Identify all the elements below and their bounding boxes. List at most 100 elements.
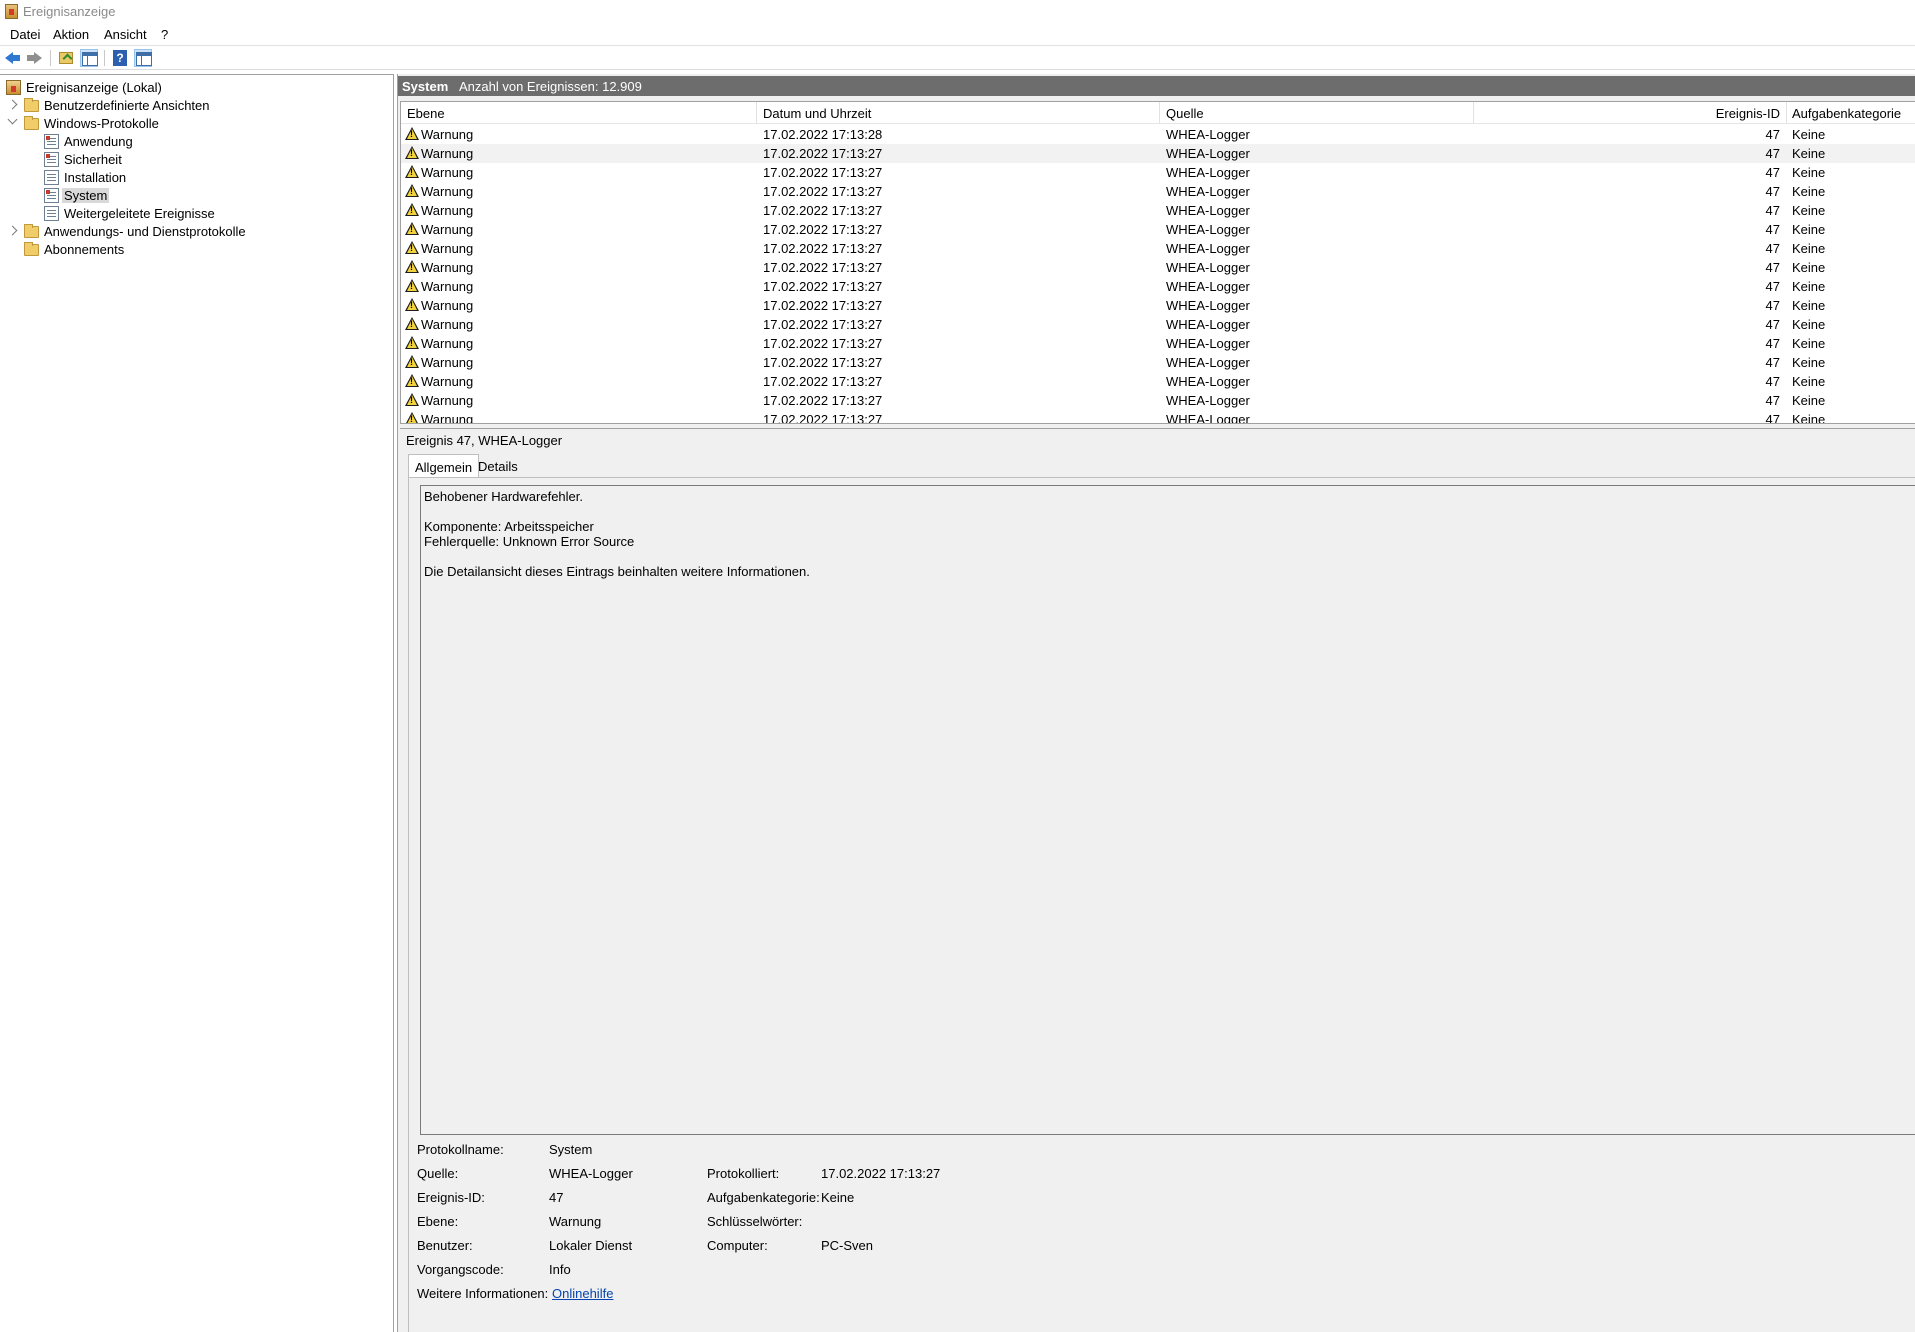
- online-help-link[interactable]: Onlinehilfe: [552, 1286, 613, 1301]
- cell-event-id: 47: [1765, 222, 1780, 237]
- cell-task-category: Keine: [1792, 146, 1826, 161]
- tree-node-label: Windows-Protokolle: [44, 116, 159, 131]
- cell-source: WHEA-Logger: [1166, 298, 1250, 313]
- chevron-right-icon[interactable]: [7, 99, 18, 110]
- cell-level: Warnung: [421, 203, 474, 218]
- event-viewer-icon: [6, 80, 21, 95]
- table-row[interactable]: Warnung 17.02.2022 17:13:27 WHEA-Logger 47 K…: [401, 201, 1915, 220]
- cell-source: WHEA-Logger: [1166, 127, 1250, 142]
- warning-icon: [405, 165, 419, 178]
- cell-event-id: 47: [1765, 241, 1780, 256]
- log-icon: [44, 170, 59, 185]
- cell-datetime: 17.02.2022 17:13:27: [763, 203, 883, 218]
- warning-icon: [405, 298, 419, 311]
- cell-source: WHEA-Logger: [1166, 165, 1250, 180]
- help-icon: ?: [113, 50, 127, 66]
- cell-level: Warnung: [421, 317, 474, 332]
- tree-node-label: Ereignisanzeige (Lokal): [26, 80, 162, 95]
- cell-task-category: Keine: [1792, 184, 1826, 199]
- cell-task-category: Keine: [1792, 355, 1826, 370]
- warning-icon: [405, 260, 419, 273]
- column-header-aufgabenkategorie[interactable]: Aufgabenkategorie: [1792, 106, 1901, 121]
- cell-task-category: Keine: [1792, 279, 1826, 294]
- tree-node-label: System: [62, 188, 110, 203]
- table-row[interactable]: Warnung 17.02.2022 17:13:27 WHEA-Logger 47 K…: [401, 239, 1915, 258]
- table-row[interactable]: Warnung 17.02.2022 17:13:28 WHEA-Logger 47 K…: [401, 125, 1915, 144]
- table-row[interactable]: Warnung 17.02.2022 17:13:27 WHEA-Logger 47 K…: [401, 182, 1915, 201]
- event-description[interactable]: Behobener Hardwarefehler. Komponente: Ar…: [420, 485, 1915, 1135]
- column-header-quelle[interactable]: Quelle: [1166, 106, 1204, 121]
- table-row[interactable]: Warnung 17.02.2022 17:13:27 WHEA-Logger 47 K…: [401, 277, 1915, 296]
- column-divider[interactable]: [1786, 102, 1787, 124]
- table-row[interactable]: Warnung 17.02.2022 17:13:27 WHEA-Logger 47 K…: [401, 410, 1915, 424]
- table-row[interactable]: Warnung 17.02.2022 17:13:27 WHEA-Logger 47 K…: [401, 258, 1915, 277]
- warning-icon: [405, 317, 419, 330]
- show-action-pane-button[interactable]: [134, 49, 152, 67]
- warning-icon: [405, 355, 419, 368]
- cell-event-id: 47: [1765, 260, 1780, 275]
- column-divider[interactable]: [1473, 102, 1474, 124]
- cell-datetime: 17.02.2022 17:13:28: [763, 127, 883, 142]
- menu-aktion[interactable]: Aktion: [51, 27, 91, 42]
- cell-datetime: 17.02.2022 17:13:27: [763, 184, 883, 199]
- cell-level: Warnung: [421, 146, 474, 161]
- tab-content-allgemein: Behobener Hardwarefehler. Komponente: Ar…: [408, 477, 1915, 1332]
- column-divider[interactable]: [1159, 102, 1160, 124]
- cell-source: WHEA-Logger: [1166, 336, 1250, 351]
- cell-level: Warnung: [421, 184, 474, 199]
- table-row[interactable]: Warnung 17.02.2022 17:13:27 WHEA-Logger 47 K…: [401, 296, 1915, 315]
- back-button[interactable]: [4, 49, 22, 67]
- menu-help[interactable]: ?: [159, 27, 170, 42]
- cell-datetime: 17.02.2022 17:13:27: [763, 279, 883, 294]
- cell-task-category: Keine: [1792, 336, 1826, 351]
- column-header-ebene[interactable]: Ebene: [407, 106, 445, 121]
- tree-node-label: Weitergeleitete Ereignisse: [64, 206, 215, 221]
- table-row[interactable]: Warnung 17.02.2022 17:13:27 WHEA-Logger 47 K…: [401, 372, 1915, 391]
- main-pane: System Anzahl von Ereignissen: 12.909 Eb…: [397, 74, 1915, 1332]
- menu-ansicht[interactable]: Ansicht: [102, 27, 149, 42]
- tab-allgemein[interactable]: Allgemein: [408, 454, 480, 478]
- logged-value: 17.02.2022 17:13:27: [821, 1166, 941, 1181]
- description-line: Behobener Hardwarefehler.: [424, 489, 583, 504]
- table-row[interactable]: Warnung 17.02.2022 17:13:27 WHEA-Logger 47 K…: [401, 334, 1915, 353]
- tab-details[interactable]: Details: [472, 454, 524, 478]
- log-header: System Anzahl von Ereignissen: 12.909: [398, 76, 1915, 96]
- warning-icon: [405, 279, 419, 292]
- chevron-right-icon[interactable]: [7, 225, 18, 236]
- cell-datetime: 17.02.2022 17:13:27: [763, 374, 883, 389]
- log-name-label: Protokollname:: [417, 1142, 504, 1157]
- chevron-down-icon[interactable]: [7, 114, 18, 125]
- show-hide-tree-button[interactable]: [80, 49, 98, 67]
- column-header-ereignis-id[interactable]: Ereignis-ID: [1716, 106, 1780, 121]
- cell-event-id: 47: [1765, 127, 1780, 142]
- forward-button[interactable]: [26, 49, 44, 67]
- level-label: Ebene:: [417, 1214, 459, 1229]
- cell-task-category: Keine: [1792, 412, 1826, 424]
- help-button[interactable]: ?: [111, 49, 129, 67]
- folder-icon: [24, 116, 39, 130]
- menu-datei[interactable]: Datei: [8, 27, 42, 42]
- cell-event-id: 47: [1765, 146, 1780, 161]
- cell-source: WHEA-Logger: [1166, 241, 1250, 256]
- log-icon: [44, 152, 59, 167]
- cell-event-id: 47: [1765, 336, 1780, 351]
- table-row[interactable]: Warnung 17.02.2022 17:13:27 WHEA-Logger 47 K…: [401, 391, 1915, 410]
- folder-up-button[interactable]: [57, 49, 75, 67]
- warning-icon: [405, 127, 419, 140]
- table-row[interactable]: Warnung 17.02.2022 17:13:27 WHEA-Logger 47 K…: [401, 353, 1915, 372]
- table-row[interactable]: Warnung 17.02.2022 17:13:27 WHEA-Logger 47 K…: [401, 163, 1915, 182]
- log-name: System: [402, 79, 449, 94]
- table-row[interactable]: Warnung 17.02.2022 17:13:27 WHEA-Logger 47 K…: [401, 220, 1915, 239]
- log-icon: [44, 206, 59, 221]
- cell-event-id: 47: [1765, 355, 1780, 370]
- tree-node-label: Sicherheit: [64, 152, 122, 167]
- task-category-label: Aufgabenkategorie:: [707, 1190, 820, 1205]
- column-divider[interactable]: [756, 102, 757, 124]
- toolbar-separator: [50, 50, 51, 66]
- table-row[interactable]: Warnung 17.02.2022 17:13:27 WHEA-Logger 47 K…: [401, 144, 1915, 163]
- cell-task-category: Keine: [1792, 127, 1826, 142]
- column-header-datum[interactable]: Datum und Uhrzeit: [763, 106, 871, 121]
- table-row[interactable]: Warnung 17.02.2022 17:13:27 WHEA-Logger 47 K…: [401, 315, 1915, 334]
- logged-label: Protokolliert:: [707, 1166, 780, 1181]
- toolbar: ?: [0, 46, 1915, 70]
